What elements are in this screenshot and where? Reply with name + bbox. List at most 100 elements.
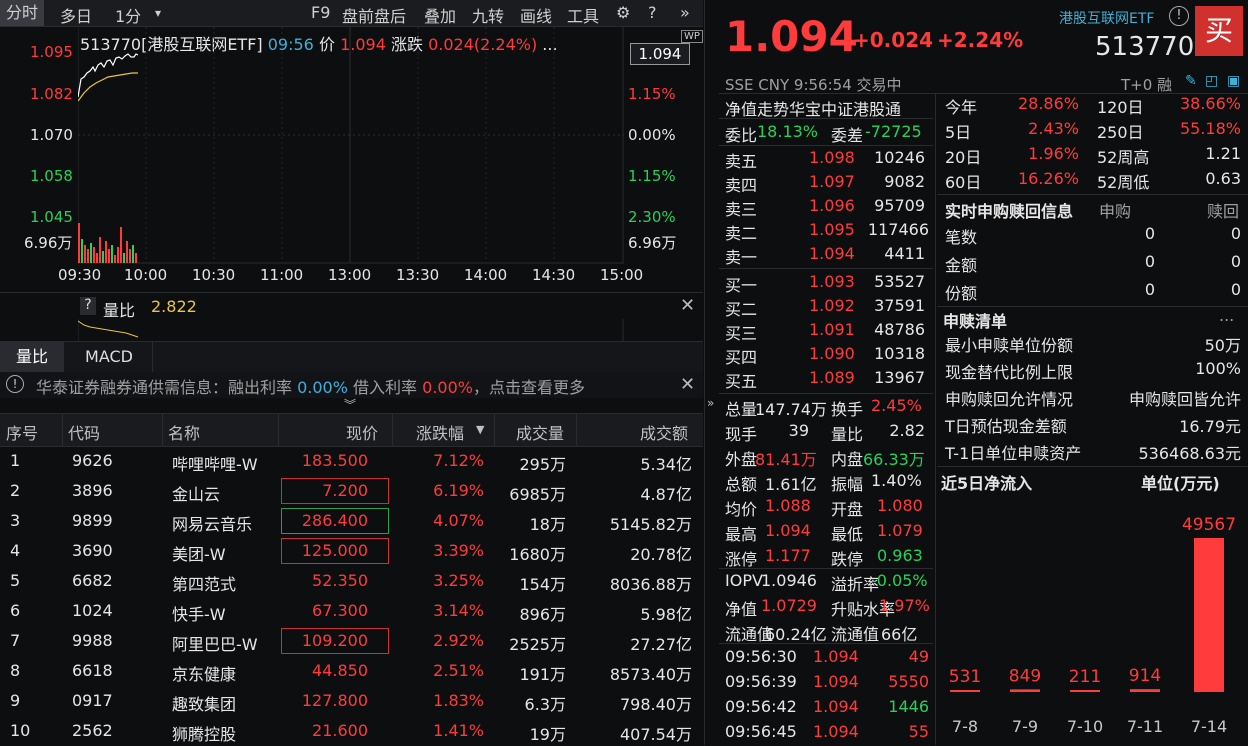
buy-button[interactable]: 买 xyxy=(1195,6,1243,56)
y-axis-pct-label: 0.00% xyxy=(628,126,676,144)
cell-price: 286.400 xyxy=(301,511,368,530)
edit-icon[interactable]: ✎ xyxy=(1185,73,1197,89)
level-label: 买四 xyxy=(725,348,758,367)
help-icon[interactable]: ? xyxy=(80,297,96,315)
dropdown-icon[interactable]: ▾ xyxy=(155,6,161,20)
stat-label: 外盘 xyxy=(725,450,758,469)
perf-label: 20日 xyxy=(945,148,982,167)
overlay-button[interactable]: 叠加 xyxy=(424,3,456,27)
list-label: 最小申赎单位份额 xyxy=(945,336,1074,355)
table-row[interactable]: 6 1024 快手-W 67.300 3.14% 896万 5.98亿 xyxy=(0,596,703,626)
expand-icon[interactable]: » xyxy=(680,3,690,22)
stat-value: 0.963 xyxy=(877,546,923,565)
stats-row: 均价 1.088 开盘 1.080 xyxy=(719,496,933,520)
tick-time: 09:56:42 xyxy=(725,697,797,716)
col-code[interactable]: 代码 xyxy=(68,420,100,444)
chart-grid xyxy=(78,27,624,264)
level-qty: 10318 xyxy=(874,344,925,363)
draw-line-button[interactable]: 画线 xyxy=(520,3,552,27)
buy-level: 买四 1.090 10318 xyxy=(719,344,933,368)
notice-bar[interactable]: ! 华泰证券融券通供需信息：融出利率 0.00% 借入利率 0.00%，点击查看… xyxy=(0,372,703,398)
collapse-icon[interactable]: ︾ xyxy=(344,396,356,413)
f9-button[interactable]: F9 xyxy=(311,3,330,22)
nav-desc[interactable]: 净值走势华宝中证港股通 xyxy=(725,96,901,120)
table-row[interactable]: 1 9626 哔哩哔哩-W 183.500 7.12% 295万 5.34亿 xyxy=(0,446,703,476)
sub-label: 份额 xyxy=(945,284,978,303)
level-price: 1.098 xyxy=(809,148,855,167)
table-row[interactable]: 8 6618 京东健康 44.850 2.51% 191万 8573.40万 xyxy=(0,656,703,686)
table-row[interactable]: 2 3896 金山云 7.200 6.19% 6985万 4.87亿 xyxy=(0,476,703,506)
tab-1min[interactable]: 1分 xyxy=(115,3,141,27)
table-row[interactable]: 7 9988 阿里巴巴-W 109.200 2.92% 2525万 27.27亿 xyxy=(0,626,703,656)
flow-bar-label: 914 xyxy=(1129,666,1161,686)
premarket-button[interactable]: 盘前盘后 xyxy=(342,3,406,27)
tplus-badge: T+0 融 xyxy=(1121,76,1173,94)
table-row[interactable]: 3 9899 网易云音乐 286.400 4.07% 18万 5145.82万 xyxy=(0,506,703,536)
col-name[interactable]: 名称 xyxy=(168,420,200,444)
list-row: 现金替代比例上限 100% xyxy=(939,359,1245,385)
notice-text-a: 华泰证券融券通供需信息：融出利率 xyxy=(36,378,293,397)
info-icon[interactable]: ! xyxy=(1169,6,1189,26)
list-value: 100% xyxy=(1195,359,1241,378)
close-icon[interactable]: ✕ xyxy=(680,374,695,395)
col-price[interactable]: 现价 xyxy=(346,420,378,444)
stat-label: 总额 xyxy=(725,475,758,494)
cell-price: 183.500 xyxy=(301,451,368,470)
layout-icon[interactable]: ▣ xyxy=(1227,73,1240,89)
tools-button[interactable]: 工具 xyxy=(567,3,599,27)
gear-icon[interactable]: ⚙ xyxy=(616,3,630,22)
panel-divider[interactable]: » xyxy=(704,0,719,745)
tab-volume-ratio[interactable]: 量比 xyxy=(0,342,64,372)
tick-price: 1.094 xyxy=(813,722,859,741)
close-icon[interactable]: ✕ xyxy=(680,295,695,316)
level-label: 买二 xyxy=(725,300,758,319)
buy-level: 买二 1.092 37591 xyxy=(719,296,933,320)
table-row[interactable]: 4 3690 美团-W 125.000 3.39% 1680万 20.78亿 xyxy=(0,536,703,566)
nine-turn-button[interactable]: 九转 xyxy=(472,3,504,27)
y-axis-pct-label: 1.15% xyxy=(628,85,676,103)
help-icon[interactable]: ? xyxy=(648,3,657,22)
level-qty: 9082 xyxy=(884,172,925,191)
cell-amount: 20.78亿 xyxy=(630,545,692,564)
expand-arrow-icon[interactable]: » xyxy=(707,396,714,410)
subscribe-row: 笔数 0 0 xyxy=(939,224,1245,250)
table-row[interactable]: 5 6682 第四范式 52.350 3.25% 154万 8036.88万 xyxy=(0,566,703,596)
cell-price: 7.200 xyxy=(322,481,368,500)
stat-value: 1.094 xyxy=(765,521,811,540)
stat-label: 最高 xyxy=(725,525,758,544)
col-amount[interactable]: 成交额 xyxy=(640,420,688,444)
wp-badge[interactable]: WP xyxy=(681,30,703,43)
level-label: 卖四 xyxy=(725,176,758,195)
cell-code: 9988 xyxy=(72,631,113,650)
net-inflow-chart: 531 7-8 849 7-9 211 7-10 914 7-11 49567 7-14 xyxy=(949,515,1236,736)
col-volume[interactable]: 成交量 xyxy=(516,420,564,444)
sort-desc-icon[interactable]: ▼ xyxy=(476,423,484,436)
cell-name: 第四范式 xyxy=(172,575,237,594)
notice-text-b: 借入利率 xyxy=(353,378,418,397)
tab-multiday[interactable]: 多日 xyxy=(60,3,92,27)
cell-amount: 4.87亿 xyxy=(640,485,692,504)
cell-amount: 8573.40万 xyxy=(609,665,692,684)
cell-index: 8 xyxy=(10,661,21,680)
list-row: 申购赎回允许情况 申购赎回皆允许 xyxy=(939,386,1245,412)
perf-value: 1.96% xyxy=(1028,144,1079,163)
cell-price: 52.350 xyxy=(312,571,368,590)
tick-row: 09:56:39 1.094 5550 xyxy=(719,672,933,696)
col-index[interactable]: 序号 xyxy=(6,420,38,444)
list-more[interactable]: ... xyxy=(1219,306,1234,325)
y-axis-pct-label: 2.30% xyxy=(628,208,676,226)
level-price: 1.090 xyxy=(809,344,855,363)
tick-qty: 55 xyxy=(908,722,929,741)
tick-time: 09:56:30 xyxy=(725,647,797,666)
table-row[interactable]: 10 2562 狮腾控股 21.600 1.41% 19万 407.54万 xyxy=(0,716,703,746)
x-axis-label: 14:00 xyxy=(464,266,508,284)
list-value: 50万 xyxy=(1204,336,1241,355)
perf-value: 55.18% xyxy=(1179,119,1241,138)
table-row[interactable]: 9 0917 趣致集团 127.800 1.83% 6.3万 798.40万 xyxy=(0,686,703,716)
price-tag: 1.094 xyxy=(630,43,690,65)
tab-intraday[interactable]: 分时 xyxy=(0,0,45,26)
tab-macd[interactable]: MACD xyxy=(66,342,153,372)
window-icon[interactable]: ◰ xyxy=(1205,73,1218,89)
col-change[interactable]: 涨跌幅 xyxy=(416,420,464,444)
market-status: SSE CNY 9:56:54 交易中 xyxy=(725,76,902,94)
